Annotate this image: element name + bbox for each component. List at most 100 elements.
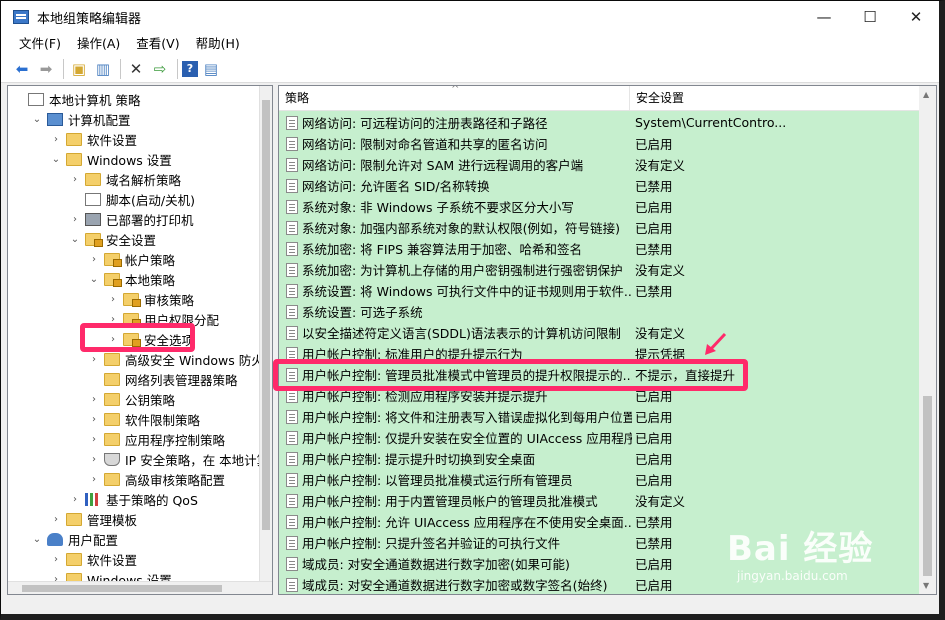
policy-row[interactable]: 用户帐户控制: 仅提升安装在安全位置的 UIAccess 应用程序 已启用 bbox=[279, 427, 919, 448]
tree-item[interactable]: ⌄ 用户配置 bbox=[31, 529, 118, 549]
policy-row[interactable]: 系统对象: 加强内部系统对象的默认权限(例如，符号链接) 已启用 bbox=[279, 217, 919, 238]
policy-document-icon bbox=[286, 199, 298, 214]
tree-item[interactable]: › 管理模板 bbox=[50, 509, 137, 529]
policy-row[interactable]: 以安全描述符定义语言(SDDL)语法表示的计算机访问限制 没有定义 bbox=[279, 322, 919, 343]
tree-item[interactable]: › 基于策略的 QoS bbox=[69, 489, 198, 509]
policy-row[interactable]: 网络访问: 限制允许对 SAM 进行远程调用的客户端 没有定义 bbox=[279, 154, 919, 175]
expand-chevron-icon[interactable]: › bbox=[69, 174, 81, 185]
expand-chevron-icon[interactable]: › bbox=[88, 394, 100, 405]
list-vertical-scrollbar[interactable]: ▲ ▼ bbox=[919, 86, 936, 594]
tree-item-label: 公钥策略 bbox=[125, 392, 176, 408]
tree-item-label: 脚本(启动/关机) bbox=[106, 192, 195, 208]
tree-item[interactable]: › 软件限制策略 bbox=[88, 409, 200, 429]
tree-item[interactable]: › 已部署的打印机 bbox=[69, 209, 194, 229]
collapse-chevron-icon[interactable]: ⌄ bbox=[31, 114, 43, 125]
menu-view[interactable]: 查看(V) bbox=[128, 33, 187, 55]
expand-chevron-icon[interactable]: › bbox=[50, 134, 62, 145]
toolbar-separator bbox=[63, 58, 64, 79]
close-button[interactable]: ✕ bbox=[893, 1, 939, 33]
expand-chevron-icon[interactable]: › bbox=[88, 354, 100, 365]
back-icon[interactable]: ⬅ bbox=[11, 58, 33, 80]
tree-item[interactable]: › 应用程序控制策略 bbox=[88, 429, 225, 449]
tree-item[interactable]: › 软件设置 bbox=[50, 549, 137, 569]
policy-row[interactable]: 系统加密: 将 FIPS 兼容算法用于加密、哈希和签名 已禁用 bbox=[279, 238, 919, 259]
expand-chevron-icon[interactable]: › bbox=[50, 514, 62, 525]
expand-chevron-icon[interactable]: › bbox=[88, 434, 100, 445]
expand-chevron-icon[interactable]: › bbox=[88, 454, 100, 465]
show-hide-tree-icon[interactable]: ▥ bbox=[92, 58, 114, 80]
expand-chevron-icon[interactable]: › bbox=[50, 554, 62, 565]
collapse-chevron-icon[interactable]: ⌄ bbox=[69, 234, 81, 245]
forward-icon[interactable]: ➡ bbox=[35, 58, 57, 80]
tree-item[interactable]: ⌄ 计算机配置 bbox=[31, 109, 131, 129]
policy-name: 网络访问: 限制对命名管道和共享的匿名访问 bbox=[302, 137, 548, 152]
tree-item-label: 基于策略的 QoS bbox=[106, 492, 198, 508]
tree-item[interactable]: › 审核策略 bbox=[107, 289, 194, 309]
folder-icon bbox=[104, 272, 122, 287]
tree-item[interactable]: 脚本(启动/关机) bbox=[69, 189, 195, 209]
collapse-chevron-icon[interactable]: ⌄ bbox=[88, 274, 100, 285]
column-header-policy[interactable]: 策略 bbox=[285, 86, 309, 111]
policy-row[interactable]: 系统设置: 将 Windows 可执行文件中的证书规则用于软件... 已禁用 bbox=[279, 280, 919, 301]
scroll-down-icon[interactable]: ▼ bbox=[923, 581, 929, 590]
policy-row[interactable]: 用户帐户控制: 用于内置管理员帐户的管理员批准模式 没有定义 bbox=[279, 490, 919, 511]
menu-file[interactable]: 文件(F) bbox=[11, 33, 69, 55]
column-header-setting[interactable]: 安全设置 bbox=[629, 86, 684, 111]
row-highlight-box bbox=[273, 359, 748, 391]
policy-name: 用户帐户控制: 只提升签名并验证的可执行文件 bbox=[302, 536, 561, 551]
policy-row[interactable]: 用户帐户控制: 以管理员批准模式运行所有管理员 已启用 bbox=[279, 469, 919, 490]
policy-document-icon bbox=[286, 136, 298, 151]
policy-row[interactable]: 网络访问: 可远程访问的注册表路径和子路径 System\CurrentContr… bbox=[279, 112, 919, 133]
tree-item[interactable]: › 高级安全 Windows 防火墙 bbox=[88, 349, 272, 369]
tree-horizontal-scrollbar[interactable] bbox=[8, 581, 272, 594]
tree-item[interactable]: ⌄ 安全设置 bbox=[69, 229, 156, 249]
toolbar: ⬅ ➡ ▣ ▥ ✕ ⇨ ? ▤ bbox=[1, 55, 939, 83]
maximize-button[interactable]: ☐ bbox=[847, 1, 893, 33]
tree-item[interactable]: 网络列表管理器策略 bbox=[88, 369, 238, 389]
expand-chevron-icon[interactable]: › bbox=[88, 254, 100, 265]
collapse-chevron-icon[interactable]: ⌄ bbox=[31, 534, 43, 545]
policy-name: 用户帐户控制: 提示提升时切换到安全桌面 bbox=[302, 452, 536, 467]
policy-setting-value: 已禁用 bbox=[635, 284, 673, 299]
collapse-chevron-icon[interactable]: ⌄ bbox=[50, 154, 62, 165]
policy-row[interactable]: 系统加密: 为计算机上存储的用户密钥强制进行强密钥保护 没有定义 bbox=[279, 259, 919, 280]
policy-name: 系统设置: 将 Windows 可执行文件中的证书规则用于软件... bbox=[302, 284, 632, 299]
tree-item[interactable]: ⌄ Windows 设置 bbox=[50, 149, 172, 169]
tree-item[interactable]: › IP 安全策略，在 本地计算机 bbox=[88, 449, 273, 469]
policy-row[interactable]: 系统设置: 可选子系统 bbox=[279, 301, 919, 322]
menu-help[interactable]: 帮助(H) bbox=[188, 33, 248, 55]
up-folder-icon[interactable]: ▣ bbox=[68, 58, 90, 80]
tree-item-label: IP 安全策略，在 本地计算机 bbox=[125, 452, 273, 468]
tree-item[interactable]: ⌄ 本地策略 bbox=[88, 269, 175, 289]
expand-chevron-icon[interactable]: › bbox=[88, 414, 100, 425]
tree-item[interactable]: › 帐户策略 bbox=[88, 249, 175, 269]
tree-item[interactable]: › 域名解析策略 bbox=[69, 169, 181, 189]
policy-row[interactable]: 网络访问: 限制对命名管道和共享的匿名访问 已启用 bbox=[279, 133, 919, 154]
tree-item-label: 已部署的打印机 bbox=[106, 212, 194, 228]
delete-icon[interactable]: ✕ bbox=[125, 58, 147, 80]
menu-action[interactable]: 操作(A) bbox=[69, 33, 128, 55]
scroll-up-icon[interactable]: ▲ bbox=[923, 90, 929, 99]
tree-item[interactable]: › 公钥策略 bbox=[88, 389, 175, 409]
printer-icon bbox=[85, 212, 101, 226]
tree-item[interactable]: 本地计算机 策略 bbox=[12, 89, 140, 109]
tree-item[interactable]: › 高级审核策略配置 bbox=[88, 469, 225, 489]
sort-ascending-icon: ^ bbox=[451, 85, 460, 95]
policy-row[interactable]: 网络访问: 允许匿名 SID/名称转换 已禁用 bbox=[279, 175, 919, 196]
expand-chevron-icon[interactable]: › bbox=[69, 494, 81, 505]
expand-chevron-icon[interactable]: › bbox=[107, 294, 119, 305]
policy-row[interactable]: 系统对象: 非 Windows 子系统不要求区分大小写 已启用 bbox=[279, 196, 919, 217]
tree-vertical-scrollbar[interactable] bbox=[259, 86, 272, 594]
policy-document-icon bbox=[286, 514, 298, 529]
tree-item-label: 安全设置 bbox=[106, 232, 157, 248]
expand-chevron-icon[interactable]: › bbox=[88, 474, 100, 485]
tree-item[interactable]: › 软件设置 bbox=[50, 129, 137, 149]
help-icon[interactable]: ? bbox=[182, 60, 198, 77]
expand-chevron-icon[interactable]: › bbox=[69, 214, 81, 225]
properties-icon[interactable]: ▤ bbox=[200, 58, 222, 80]
minimize-button[interactable]: — bbox=[801, 1, 847, 33]
policy-row[interactable]: 用户帐户控制: 提示提升时切换到安全桌面 已启用 bbox=[279, 448, 919, 469]
policy-document-icon bbox=[286, 325, 298, 340]
policy-row[interactable]: 用户帐户控制: 将文件和注册表写入错误虚拟化到每用户位置 已启用 bbox=[279, 406, 919, 427]
export-icon[interactable]: ⇨ bbox=[149, 58, 171, 80]
